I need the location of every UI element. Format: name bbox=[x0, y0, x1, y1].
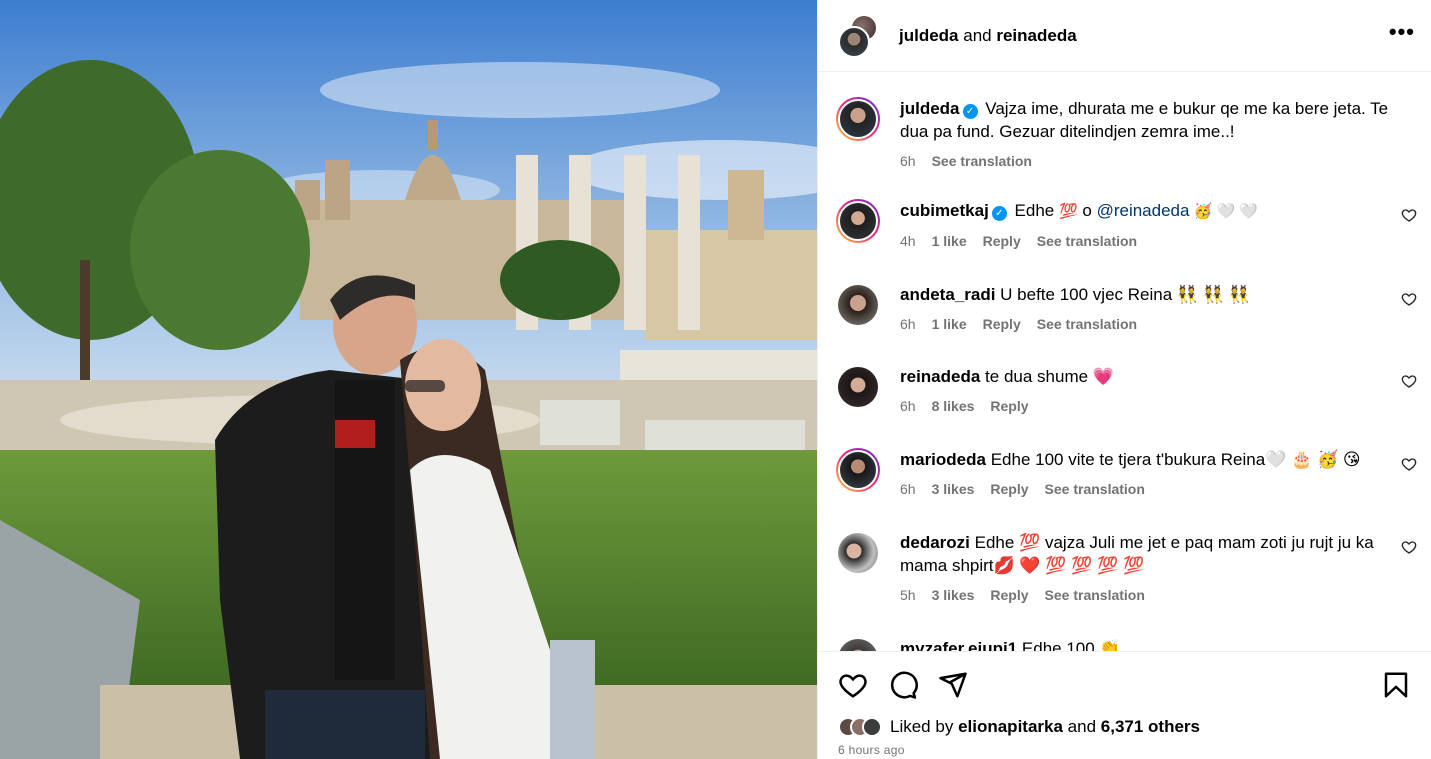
reply-button[interactable]: Reply bbox=[990, 584, 1028, 607]
comment-item: cubimetkaj ✓ Edhe 💯 o @reinadeda 🥳 🤍 🤍 4h… bbox=[836, 199, 1431, 253]
comment-text-block: cubimetkaj ✓ Edhe 💯 o @reinadeda 🥳 🤍 🤍 bbox=[900, 199, 1395, 223]
avatar[interactable] bbox=[836, 97, 880, 141]
post-timestamp[interactable]: 6 hours ago bbox=[838, 743, 1411, 757]
comment-text-block: reinadeda te dua shume 💗 bbox=[900, 365, 1395, 388]
comment-likes[interactable]: 8 likes bbox=[932, 395, 975, 418]
comment-item: dedarozi Edhe 💯 vajza Juli me jet e paq … bbox=[836, 531, 1431, 607]
caption: juldeda ✓ Vajza ime, dhurata me e bukur q… bbox=[836, 97, 1431, 173]
avatar[interactable] bbox=[836, 199, 880, 243]
hundred-emoji: 💯 bbox=[1058, 203, 1078, 220]
comment-item: reinadeda te dua shume 💗 6h 8 likes Repl… bbox=[836, 365, 1431, 418]
more-icon[interactable]: ••• bbox=[1389, 19, 1415, 53]
comment-text: U befte 100 vjec Reina 👯 👯 👯 bbox=[1000, 285, 1250, 304]
comment-text-block: dedarozi Edhe 💯 vajza Juli me jet e paq … bbox=[900, 531, 1395, 577]
comment-text: Edhe bbox=[1014, 201, 1059, 220]
post-header: juldeda and reinadeda ••• bbox=[818, 0, 1431, 72]
likes-others-link[interactable]: 6,371 others bbox=[1101, 717, 1200, 736]
heart-icon[interactable] bbox=[1401, 207, 1417, 223]
comment-username[interactable]: andeta_radi bbox=[900, 285, 995, 304]
bookmark-icon[interactable] bbox=[1381, 670, 1411, 700]
caption-username[interactable]: juldeda bbox=[900, 99, 960, 118]
share-icon[interactable] bbox=[938, 670, 968, 700]
avatar[interactable] bbox=[838, 367, 878, 407]
author-username[interactable]: juldeda bbox=[899, 26, 959, 45]
comment-username[interactable]: reinadeda bbox=[900, 367, 980, 386]
comment-item: myzafer.ejupi1 Edhe 100 👏 bbox=[836, 637, 1431, 651]
heart-icon[interactable] bbox=[1401, 291, 1417, 307]
comment-likes[interactable]: 1 like bbox=[932, 230, 967, 253]
post-actions: Liked by elionapitarka and 6,371 others … bbox=[818, 651, 1431, 759]
verified-icon: ✓ bbox=[962, 104, 978, 119]
header-and: and bbox=[963, 25, 992, 45]
comment-likes[interactable]: 1 like bbox=[932, 313, 967, 336]
see-translation-link[interactable]: See translation bbox=[1045, 584, 1145, 607]
avatar[interactable] bbox=[838, 285, 878, 325]
heart-icon[interactable] bbox=[838, 670, 868, 700]
comment-username[interactable]: myzafer.ejupi1 bbox=[900, 639, 1017, 651]
comment-time[interactable]: 4h bbox=[900, 230, 916, 253]
heart-icon[interactable] bbox=[1401, 373, 1417, 389]
collab-avatars[interactable] bbox=[838, 13, 882, 58]
comment-text-block: myzafer.ejupi1 Edhe 100 👏 bbox=[900, 637, 1395, 651]
avatar[interactable] bbox=[838, 639, 878, 651]
mention-link[interactable]: @reinadeda bbox=[1097, 201, 1190, 220]
coauthor-username[interactable]: reinadeda bbox=[996, 26, 1076, 45]
comment-likes[interactable]: 3 likes bbox=[932, 584, 975, 607]
comment-text: Edhe 💯 vajza Juli me jet e paq mam zoti … bbox=[900, 533, 1374, 575]
reply-button[interactable]: Reply bbox=[990, 478, 1028, 501]
avatar[interactable] bbox=[836, 448, 880, 492]
comment-text: te dua shume 💗 bbox=[985, 367, 1114, 386]
comment-time[interactable]: 6h bbox=[900, 395, 916, 418]
heart-icon[interactable] bbox=[1401, 539, 1417, 555]
comment-text: o bbox=[1077, 201, 1097, 220]
avatar[interactable] bbox=[862, 717, 882, 737]
heart-icon[interactable] bbox=[1401, 456, 1417, 472]
post-sidebar: juldeda and reinadeda ••• juldeda ✓ Vajza… bbox=[817, 0, 1431, 759]
avatar[interactable] bbox=[838, 533, 878, 573]
comment-item: mariodeda Edhe 100 vite te tjera t'bukur… bbox=[836, 448, 1431, 501]
reply-button[interactable]: Reply bbox=[983, 313, 1021, 336]
liker-username[interactable]: elionapitarka bbox=[958, 717, 1063, 736]
collab-header: juldeda and reinadeda bbox=[899, 26, 1389, 46]
comment-username[interactable]: dedarozi bbox=[900, 533, 970, 552]
likes-summary: Liked by elionapitarka and 6,371 others bbox=[838, 717, 1411, 737]
comment-time[interactable]: 5h bbox=[900, 584, 916, 607]
comment-time[interactable]: 6h bbox=[900, 313, 916, 336]
comment-item: andeta_radi U befte 100 vjec Reina 👯 👯 👯… bbox=[836, 283, 1431, 336]
see-translation-link[interactable]: See translation bbox=[1037, 313, 1137, 336]
see-translation-link[interactable]: See translation bbox=[1045, 478, 1145, 501]
reply-button[interactable]: Reply bbox=[990, 395, 1028, 418]
comment-text: Edhe 100 vite te tjera t'bukura Reina🤍 🎂… bbox=[990, 450, 1361, 469]
caption-text-block: juldeda ✓ Vajza ime, dhurata me e bukur q… bbox=[900, 97, 1395, 143]
comment-icon[interactable] bbox=[888, 670, 918, 700]
verified-icon: ✓ bbox=[991, 206, 1007, 221]
action-icons bbox=[838, 670, 1411, 700]
post-photo[interactable] bbox=[0, 0, 817, 759]
comment-username[interactable]: cubimetkaj bbox=[900, 201, 989, 220]
comment-text: Edhe 100 👏 bbox=[1021, 639, 1121, 651]
liked-by-label: Liked by bbox=[890, 717, 954, 736]
comment-text-block: mariodeda Edhe 100 vite te tjera t'bukur… bbox=[900, 448, 1395, 471]
reply-button[interactable]: Reply bbox=[983, 230, 1021, 253]
see-translation-link[interactable]: See translation bbox=[1037, 230, 1137, 253]
comment-likes[interactable]: 3 likes bbox=[932, 478, 975, 501]
caption-time[interactable]: 6h bbox=[900, 150, 916, 173]
comment-emojis: 🥳 🤍 🤍 bbox=[1189, 203, 1259, 220]
avatar[interactable] bbox=[838, 25, 870, 58]
comment-text-block: andeta_radi U befte 100 vjec Reina 👯 👯 👯 bbox=[900, 283, 1395, 306]
comments-list[interactable]: juldeda ✓ Vajza ime, dhurata me e bukur q… bbox=[818, 73, 1431, 651]
comment-time[interactable]: 6h bbox=[900, 478, 916, 501]
liked-and: and bbox=[1067, 717, 1097, 736]
comment-username[interactable]: mariodeda bbox=[900, 450, 986, 469]
post-image bbox=[0, 0, 817, 759]
see-translation-link[interactable]: See translation bbox=[932, 150, 1032, 173]
